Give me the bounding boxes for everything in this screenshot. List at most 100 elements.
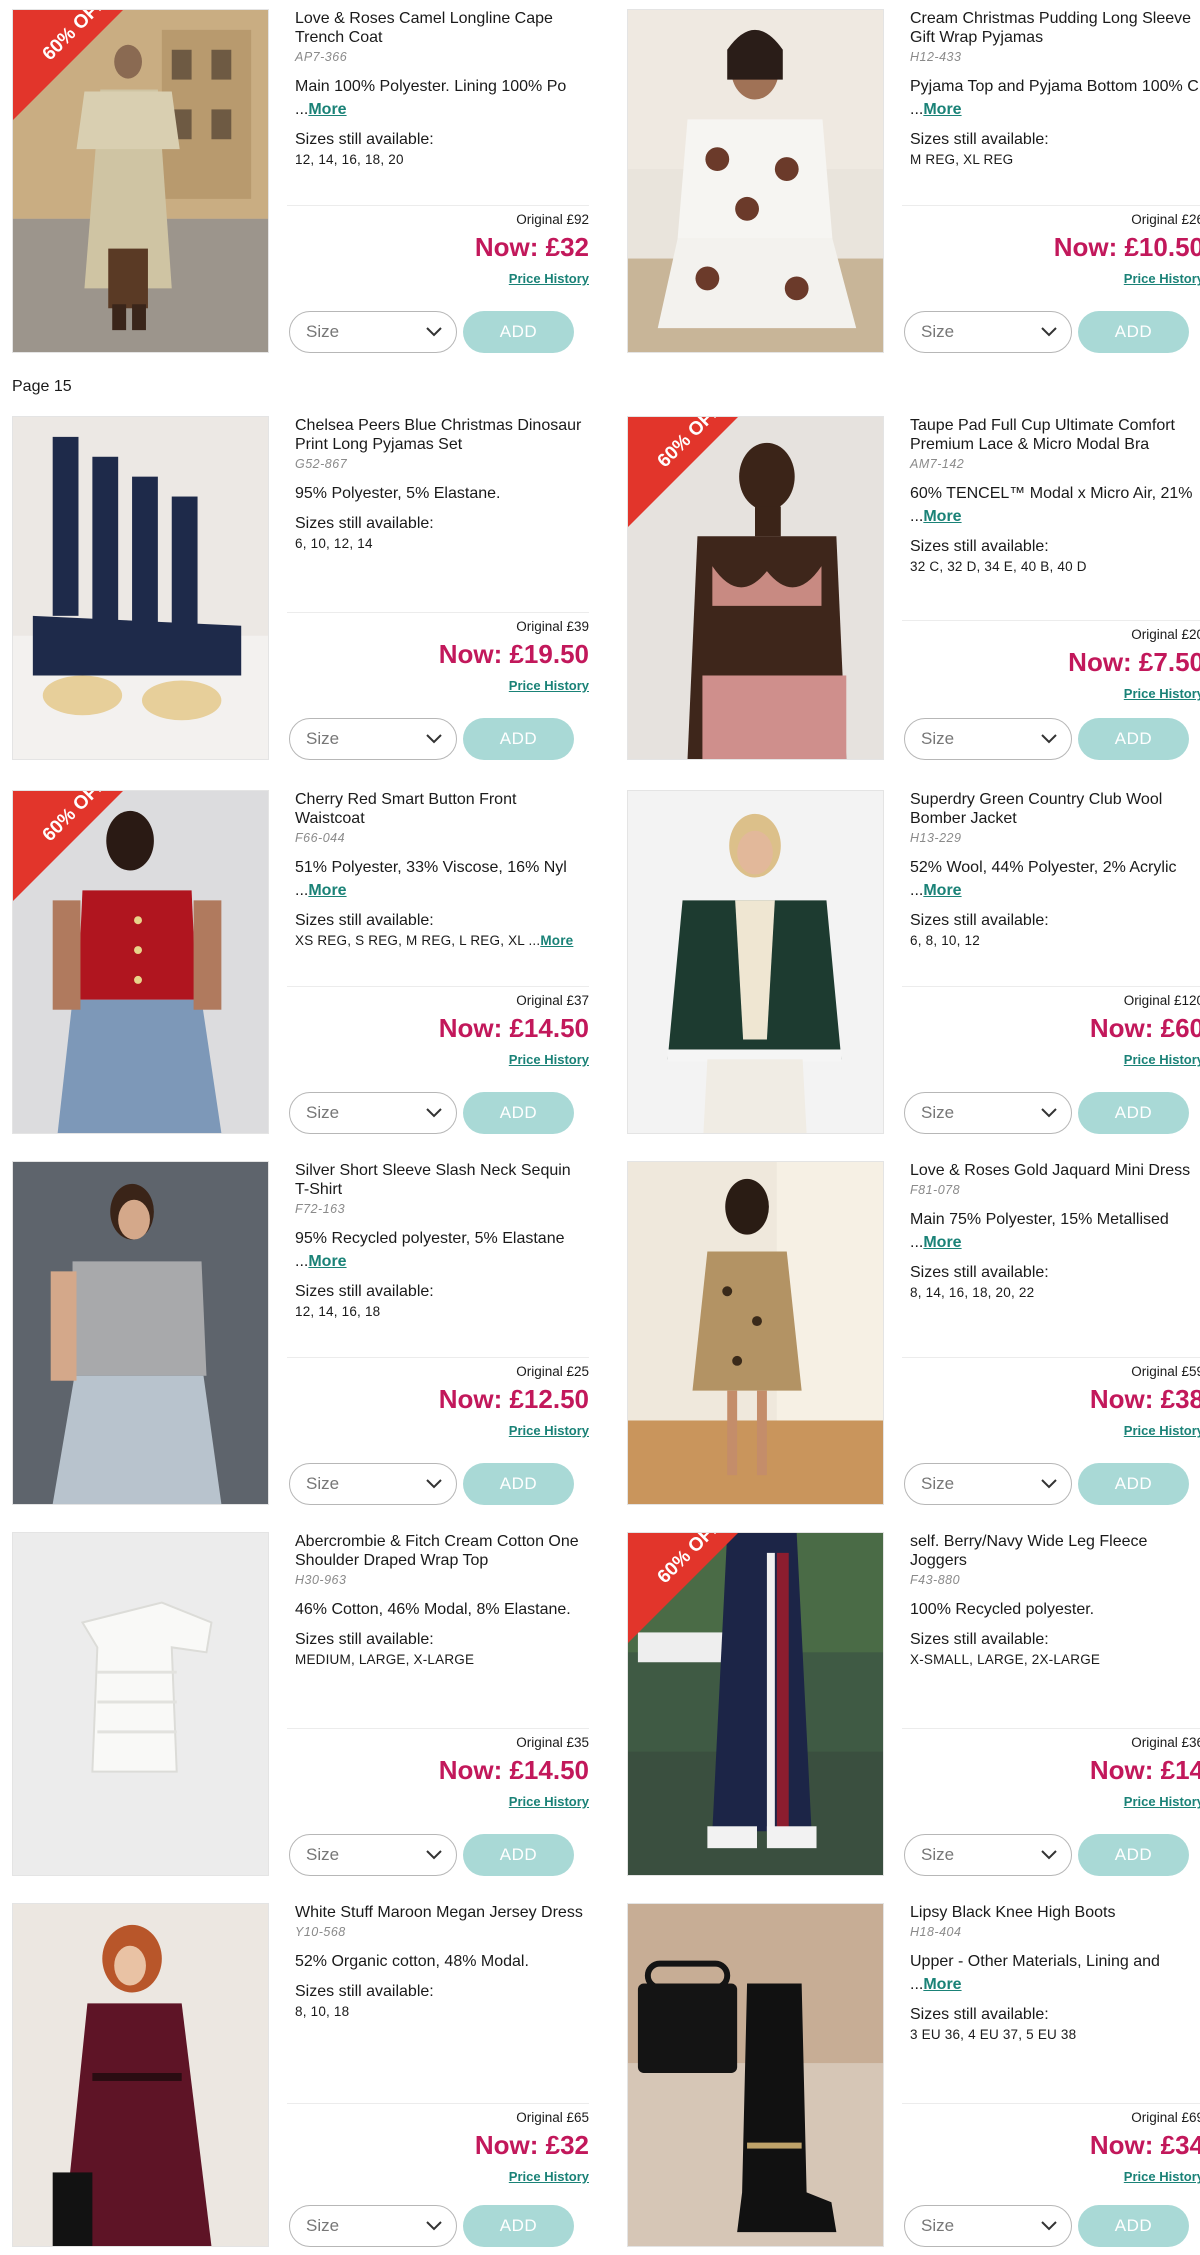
product-code: H18-404: [910, 1925, 962, 1939]
price-block: Original £59 Now: £38 Price History: [902, 1357, 1200, 1440]
size-select[interactable]: Size: [904, 311, 1072, 353]
size-select-label: Size: [921, 2216, 955, 2235]
product-title[interactable]: Taupe Pad Full Cup Ultimate Comfort Prem…: [910, 416, 1200, 454]
discount-badge: 60% OFF: [628, 1533, 738, 1643]
add-to-bag-button[interactable]: ADD: [463, 1092, 574, 1134]
price-block: Original £26 Now: £10.50 Price History: [902, 205, 1200, 288]
size-select[interactable]: Size: [904, 718, 1072, 760]
product-image[interactable]: 60% OFF: [627, 1532, 884, 1876]
product-image[interactable]: [12, 416, 269, 760]
price-history-link[interactable]: Price History: [1124, 1794, 1200, 1809]
product-image[interactable]: [12, 1903, 269, 2247]
more-link[interactable]: More: [923, 101, 961, 118]
price-history-link[interactable]: Price History: [1124, 2169, 1200, 2184]
more-link[interactable]: More: [308, 882, 346, 899]
price-history-link[interactable]: Price History: [509, 271, 589, 286]
add-to-bag-button[interactable]: ADD: [1078, 718, 1189, 760]
product-title[interactable]: Superdry Green Country Club Wool Bomber …: [910, 790, 1200, 828]
chevron-down-icon: [426, 2221, 442, 2231]
product-image[interactable]: [627, 1903, 884, 2247]
more-link[interactable]: More: [923, 1976, 961, 1993]
more-link[interactable]: More: [308, 101, 346, 118]
product-card: Abercrombie & Fitch Cream Cotton One Sho…: [12, 1532, 604, 1876]
discount-badge: 60% OFF: [13, 791, 123, 901]
size-select[interactable]: Size: [904, 1092, 1072, 1134]
price-history-link[interactable]: Price History: [1124, 1423, 1200, 1438]
price-history-link[interactable]: Price History: [1124, 271, 1200, 286]
product-title[interactable]: Cream Christmas Pudding Long Sleeve Gift…: [910, 9, 1200, 47]
add-to-bag-button[interactable]: ADD: [1078, 1092, 1189, 1134]
size-select[interactable]: Size: [904, 1834, 1072, 1876]
product-title[interactable]: Love & Roses Gold Jaquard Mini Dress: [910, 1161, 1200, 1180]
size-select-label: Size: [921, 322, 955, 341]
product-image[interactable]: [12, 1161, 269, 1505]
sizes-available: 6, 10, 12, 14: [295, 536, 373, 551]
more-link[interactable]: More: [923, 508, 961, 525]
more-sizes-link[interactable]: More: [540, 933, 573, 948]
product-description: Pyjama Top and Pyjama Bottom 100% C ...M…: [910, 78, 1199, 118]
add-to-bag-button[interactable]: ADD: [463, 1834, 574, 1876]
sale-price: Now: £7.50: [1068, 647, 1200, 677]
more-link[interactable]: More: [923, 1234, 961, 1251]
product-title[interactable]: White Stuff Maroon Megan Jersey Dress: [295, 1903, 589, 1922]
price-history-link[interactable]: Price History: [509, 2169, 589, 2184]
product-title[interactable]: Chelsea Peers Blue Christmas Dinosaur Pr…: [295, 416, 589, 454]
product-image[interactable]: 60% OFF: [12, 9, 269, 353]
add-to-bag-button[interactable]: ADD: [463, 2205, 574, 2247]
sizes-label: Sizes still available:: [295, 515, 434, 532]
product-image[interactable]: [627, 9, 884, 353]
add-to-bag-button[interactable]: ADD: [1078, 2205, 1189, 2247]
product-title[interactable]: Love & Roses Camel Longline Cape Trench …: [295, 9, 589, 47]
more-link[interactable]: More: [923, 882, 961, 899]
add-to-bag-button[interactable]: ADD: [1078, 311, 1189, 353]
product-image[interactable]: 60% OFF: [12, 790, 269, 1134]
product-title[interactable]: self. Berry/Navy Wide Leg Fleece Joggers: [910, 1532, 1200, 1570]
product-title[interactable]: Abercrombie & Fitch Cream Cotton One Sho…: [295, 1532, 589, 1570]
size-select[interactable]: Size: [289, 311, 457, 353]
price-history-link[interactable]: Price History: [1124, 686, 1200, 701]
product-card: Silver Short Sleeve Slash Neck Sequin T-…: [12, 1161, 604, 1505]
product-card: 60% OFF self. Berry/Navy Wide Leg Fleece…: [627, 1532, 1200, 1876]
product-card: Lipsy Black Knee High Boots H18-404 Uppe…: [627, 1903, 1200, 2247]
sizes-label: Sizes still available:: [910, 2006, 1049, 2023]
size-select[interactable]: Size: [289, 1463, 457, 1505]
size-select[interactable]: Size: [904, 2205, 1072, 2247]
price-history-link[interactable]: Price History: [509, 1423, 589, 1438]
chevron-down-icon: [426, 1850, 442, 1860]
add-to-bag-button[interactable]: ADD: [463, 718, 574, 760]
sale-price: Now: £12.50: [438, 1384, 589, 1414]
product-description: 52% Wool, 44% Polyester, 2% Acrylic ...M…: [910, 859, 1177, 899]
product-listing-page: Page 15 60% OFF Love & Roses Camel Longl…: [0, 0, 1200, 2255]
add-to-bag-button[interactable]: ADD: [463, 311, 574, 353]
size-select-label: Size: [306, 322, 340, 341]
price-history-link[interactable]: Price History: [509, 678, 589, 693]
product-image[interactable]: [12, 1532, 269, 1876]
product-image[interactable]: [627, 1161, 884, 1505]
add-to-bag-button[interactable]: ADD: [463, 1463, 574, 1505]
sizes-available: 8, 10, 18: [295, 2004, 350, 2019]
chevron-down-icon: [1041, 1850, 1057, 1860]
sizes-label: Sizes still available:: [295, 131, 434, 148]
product-title[interactable]: Lipsy Black Knee High Boots: [910, 1903, 1200, 1922]
product-card: White Stuff Maroon Megan Jersey Dress Y1…: [12, 1903, 604, 2247]
price-history-link[interactable]: Price History: [509, 1794, 589, 1809]
add-to-bag-button[interactable]: ADD: [1078, 1463, 1189, 1505]
chevron-down-icon: [1041, 734, 1057, 744]
size-select-label: Size: [306, 729, 340, 748]
chevron-down-icon: [426, 1108, 442, 1118]
product-image[interactable]: 60% OFF: [627, 416, 884, 760]
add-to-bag-button[interactable]: ADD: [1078, 1834, 1189, 1876]
more-link[interactable]: More: [308, 1253, 346, 1270]
size-select[interactable]: Size: [289, 1834, 457, 1876]
size-select[interactable]: Size: [289, 1092, 457, 1134]
size-select[interactable]: Size: [289, 2205, 457, 2247]
product-image[interactable]: [627, 790, 884, 1134]
sizes-label: Sizes still available:: [910, 912, 1049, 929]
price-history-link[interactable]: Price History: [509, 1052, 589, 1067]
size-select[interactable]: Size: [289, 718, 457, 760]
size-select[interactable]: Size: [904, 1463, 1072, 1505]
price-history-link[interactable]: Price History: [1124, 1052, 1200, 1067]
product-title[interactable]: Cherry Red Smart Button Front Waistcoat: [295, 790, 589, 828]
product-code: F66-044: [295, 831, 346, 845]
product-title[interactable]: Silver Short Sleeve Slash Neck Sequin T-…: [295, 1161, 589, 1199]
